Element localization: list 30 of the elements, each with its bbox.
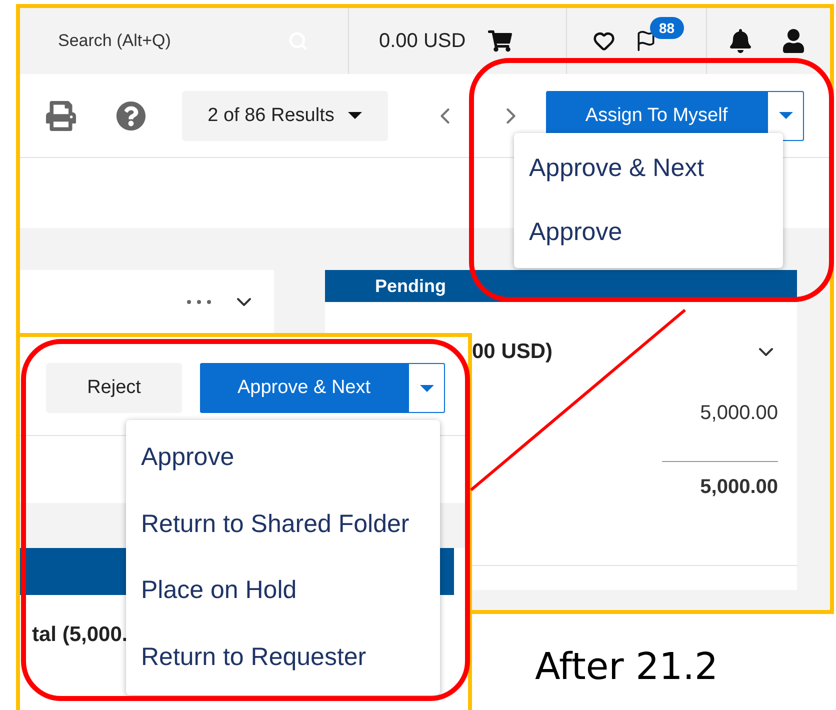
cart-icon[interactable] [488, 29, 512, 53]
caret-icon [348, 112, 362, 119]
help-icon[interactable] [116, 100, 146, 130]
caption: After 21.2 [535, 645, 718, 688]
menu-item[interactable]: Place on Hold [126, 576, 440, 606]
results-dropdown[interactable]: 2 of 86 Results [182, 90, 388, 140]
reject-button[interactable]: Reject [46, 363, 182, 413]
menu-toggle-button[interactable] [767, 90, 804, 140]
notification-badge: 88 [650, 17, 684, 39]
menu-item[interactable]: Approve & Next [514, 154, 783, 184]
caret-icon [420, 384, 434, 392]
heart-icon[interactable] [593, 30, 615, 52]
menu-item[interactable]: Approve [126, 442, 440, 472]
cart-total: 0.00 USD [379, 30, 466, 52]
total-label: tal (5,000. [31, 622, 129, 647]
flag-icon[interactable] [635, 30, 657, 52]
total-amount: 5,000.00 [662, 461, 778, 499]
total-label: 00 USD) [472, 340, 553, 364]
menu-toggle-button[interactable] [408, 363, 445, 413]
search-field[interactable]: Search (Alt+Q) [58, 31, 258, 51]
menu-item[interactable]: Return to Requester [126, 643, 440, 672]
menu-item[interactable]: Approve [514, 218, 783, 247]
approve-next-button[interactable]: Approve & Next [200, 363, 408, 413]
bell-icon[interactable] [729, 29, 752, 53]
more-icon[interactable] [186, 299, 212, 305]
menu-item[interactable]: Return to Shared Folder [126, 510, 440, 539]
caret-icon [778, 112, 792, 119]
line-amount: 5,000.00 [699, 402, 778, 426]
user-icon[interactable] [782, 29, 805, 53]
print-icon[interactable] [46, 100, 76, 130]
